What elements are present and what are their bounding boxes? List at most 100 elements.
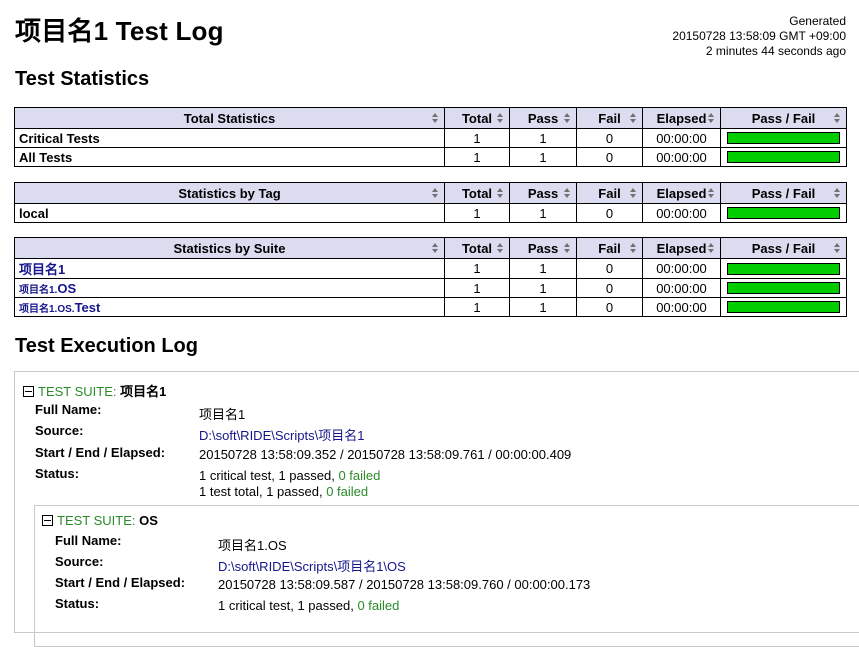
suite-panel: TEST SUITE: 项目名1 Full Name: 项目名1 Source:… bbox=[14, 371, 859, 647]
col-header-total[interactable]: Total bbox=[444, 107, 510, 129]
times-value: 20150728 13:58:09.352 / 20150728 13:58:0… bbox=[199, 447, 572, 462]
stat-fail: 0 bbox=[576, 203, 643, 223]
sort-icon bbox=[432, 188, 439, 198]
sort-icon bbox=[708, 113, 715, 123]
stat-name: All Tests bbox=[14, 147, 445, 167]
total-statistics-table: Total Statistics Total Pass Fail Elapsed… bbox=[14, 107, 847, 167]
table-row: Critical Tests 1 1 0 00:00:00 bbox=[14, 128, 847, 148]
stat-pass: 1 bbox=[509, 258, 577, 279]
col-header-pass[interactable]: Pass bbox=[509, 107, 577, 129]
sort-icon bbox=[708, 188, 715, 198]
stat-fail: 0 bbox=[576, 128, 643, 148]
stat-pass: 1 bbox=[509, 297, 577, 317]
col-header-elapsed[interactable]: Elapsed bbox=[642, 182, 721, 204]
sort-icon bbox=[630, 113, 637, 123]
col-header-total-statistics[interactable]: Total Statistics bbox=[14, 107, 445, 129]
sort-icon bbox=[497, 188, 504, 198]
stat-total: 1 bbox=[444, 203, 510, 223]
col-header-total[interactable]: Total bbox=[444, 237, 510, 259]
col-header-fail[interactable]: Fail bbox=[576, 182, 643, 204]
pass-fail-bar bbox=[727, 207, 840, 219]
sort-icon bbox=[834, 113, 841, 123]
suite-name: 项目名1 bbox=[120, 384, 167, 399]
sort-icon bbox=[630, 243, 637, 253]
execution-log-heading: Test Execution Log bbox=[15, 335, 198, 357]
source-link[interactable]: D:\soft\RIDE\Scripts\项目名1\OS bbox=[218, 556, 406, 575]
col-header-fail[interactable]: Fail bbox=[576, 107, 643, 129]
stat-elapsed: 00:00:00 bbox=[642, 147, 721, 167]
full-name-value: 项目名1 bbox=[199, 407, 246, 422]
stat-name: Critical Tests bbox=[14, 128, 445, 148]
suite-name: OS bbox=[139, 513, 158, 528]
stat-elapsed: 00:00:00 bbox=[642, 278, 721, 298]
table-row: 项目名1.OS.Test 1 1 0 00:00:00 bbox=[14, 297, 847, 317]
suite-link[interactable]: 项目名1 bbox=[19, 262, 65, 277]
stat-total: 1 bbox=[444, 258, 510, 279]
suite-header[interactable]: TEST SUITE: OS bbox=[42, 513, 158, 528]
full-name-label: Full Name: bbox=[35, 402, 102, 417]
stat-elapsed: 00:00:00 bbox=[642, 297, 721, 317]
collapse-icon[interactable] bbox=[23, 386, 34, 397]
pass-fail-bar bbox=[727, 282, 840, 294]
table-row: 项目名1 1 1 0 00:00:00 bbox=[14, 258, 847, 279]
stat-fail: 0 bbox=[576, 278, 643, 298]
sort-icon bbox=[708, 243, 715, 253]
col-header-total[interactable]: Total bbox=[444, 182, 510, 204]
stat-fail: 0 bbox=[576, 147, 643, 167]
stat-elapsed: 00:00:00 bbox=[642, 203, 721, 223]
suite-header[interactable]: TEST SUITE: 项目名1 bbox=[23, 381, 166, 400]
suite-label: TEST SUITE: bbox=[38, 384, 117, 399]
stat-elapsed: 00:00:00 bbox=[642, 258, 721, 279]
stat-total: 1 bbox=[444, 297, 510, 317]
col-header-statistics-by-tag[interactable]: Statistics by Tag bbox=[14, 182, 445, 204]
stat-name: local bbox=[14, 203, 445, 223]
full-name-label: Full Name: bbox=[55, 533, 122, 548]
generated-label: Generated bbox=[789, 14, 846, 28]
pass-fail-bar bbox=[727, 262, 840, 275]
sort-icon bbox=[432, 113, 439, 123]
suite-metadata: Full Name: 项目名1 Source: D:\soft\RIDE\Scr… bbox=[35, 402, 855, 502]
col-header-pass-fail[interactable]: Pass / Fail bbox=[720, 182, 847, 204]
sort-icon bbox=[630, 188, 637, 198]
generated-ago: 2 minutes 44 seconds ago bbox=[705, 44, 846, 58]
status-line-2: 1 test total, 1 passed, 0 failed bbox=[199, 484, 369, 499]
collapse-icon[interactable] bbox=[42, 515, 53, 526]
stat-total: 1 bbox=[444, 147, 510, 167]
col-header-elapsed[interactable]: Elapsed bbox=[642, 237, 721, 259]
status-line-1: 1 critical test, 1 passed, 0 failed bbox=[199, 468, 381, 483]
col-header-statistics-by-suite[interactable]: Statistics by Suite bbox=[14, 237, 445, 259]
suite-label: TEST SUITE: bbox=[57, 513, 136, 528]
suite-statistics-table: Statistics by Suite Total Pass Fail Elap… bbox=[14, 237, 847, 317]
stat-fail: 0 bbox=[576, 297, 643, 317]
suite-link[interactable]: 项目名1.OS.Test bbox=[19, 300, 100, 315]
sort-icon bbox=[432, 243, 439, 253]
generated-time: 20150728 13:58:09 GMT +09:00 bbox=[672, 29, 846, 43]
pass-fail-bar bbox=[727, 301, 840, 313]
stat-total: 1 bbox=[444, 278, 510, 298]
pass-fail-bar bbox=[727, 151, 840, 163]
source-link[interactable]: D:\soft\RIDE\Scripts\项目名1 bbox=[199, 425, 364, 444]
statistics-heading: Test Statistics bbox=[15, 68, 150, 90]
col-header-fail[interactable]: Fail bbox=[576, 237, 643, 259]
stat-pass: 1 bbox=[509, 128, 577, 148]
col-header-pass[interactable]: Pass bbox=[509, 237, 577, 259]
col-header-elapsed[interactable]: Elapsed bbox=[642, 107, 721, 129]
sort-icon bbox=[834, 188, 841, 198]
sort-icon bbox=[564, 243, 571, 253]
suite-link[interactable]: 项目名1.OS bbox=[19, 281, 76, 296]
stat-total: 1 bbox=[444, 128, 510, 148]
times-value: 20150728 13:58:09.587 / 20150728 13:58:0… bbox=[218, 577, 591, 592]
suite-metadata: Full Name: 项目名1.OS Source: D:\soft\RIDE\… bbox=[55, 533, 859, 643]
sort-icon bbox=[564, 188, 571, 198]
status-label: Status: bbox=[55, 596, 100, 611]
sort-icon bbox=[497, 243, 504, 253]
col-header-pass[interactable]: Pass bbox=[509, 182, 577, 204]
stat-pass: 1 bbox=[509, 147, 577, 167]
col-header-pass-fail[interactable]: Pass / Fail bbox=[720, 107, 847, 129]
status-label: Status: bbox=[35, 466, 80, 481]
table-row: 项目名1.OS 1 1 0 00:00:00 bbox=[14, 278, 847, 298]
stat-fail: 0 bbox=[576, 258, 643, 279]
source-label: Source: bbox=[35, 423, 84, 438]
col-header-pass-fail[interactable]: Pass / Fail bbox=[720, 237, 847, 259]
source-label: Source: bbox=[55, 554, 104, 569]
